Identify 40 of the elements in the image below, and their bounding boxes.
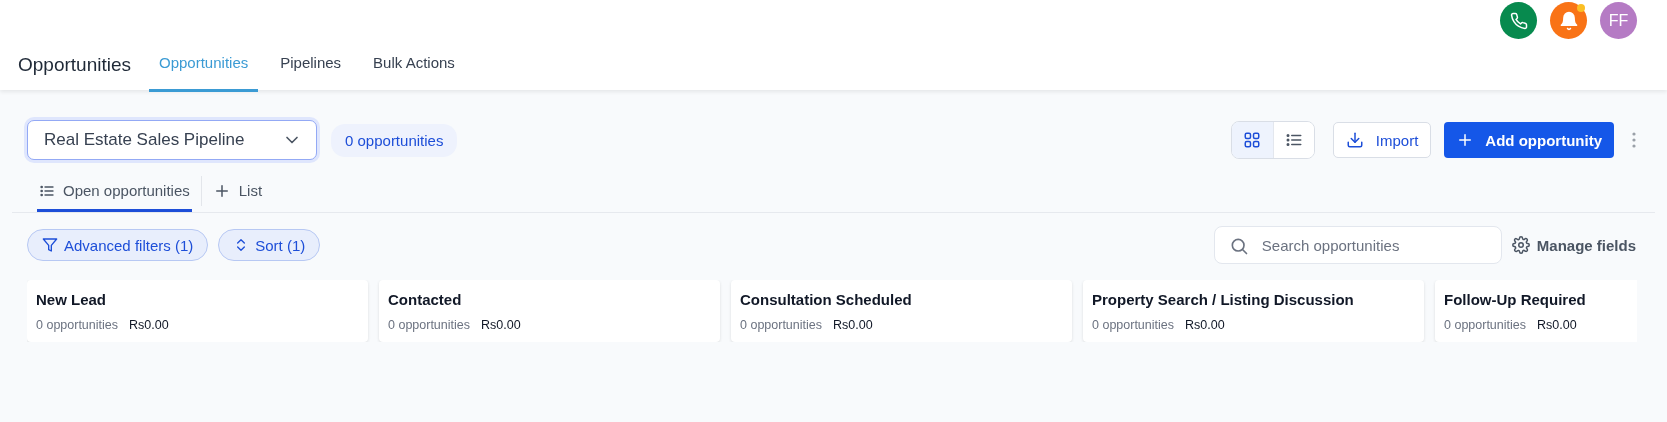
add-list-tab[interactable]: List: [210, 172, 265, 212]
download-icon: [1345, 131, 1364, 149]
stage-count: 0 opportunities: [1092, 318, 1174, 332]
stage-name: Property Search / Listing Discussion: [1092, 291, 1355, 308]
filter-icon: [42, 237, 58, 253]
filter-button[interactable]: Advanced filters (1): [27, 229, 209, 261]
notifications-button[interactable]: [1550, 2, 1587, 39]
stage-count: 0 opportunities: [740, 318, 822, 332]
stage-name: Consultation Scheduled: [740, 291, 913, 308]
stage-name: Contacted: [388, 291, 463, 308]
search-field[interactable]: Search opportunities: [1213, 226, 1502, 264]
bell-icon: [1558, 10, 1579, 31]
stage-amount: Rs0.00: [129, 318, 169, 332]
pipeline-dropdown[interactable]: Real Estate Sales Pipeline: [27, 120, 317, 160]
open-opportunities-tab[interactable]: Open opportunities: [37, 172, 192, 212]
manage-fields-button[interactable]: Manage fields: [1511, 236, 1640, 254]
page-title: Opportunities: [18, 54, 131, 77]
list-icon: [1284, 131, 1303, 149]
board-view-button[interactable]: [1231, 122, 1273, 158]
nav-tab[interactable]: Bulk Actions: [363, 44, 465, 92]
stage-amount: Rs0.00: [833, 318, 873, 332]
settings-icon: [1511, 236, 1530, 254]
stage-count: 0 opportunities: [1444, 318, 1526, 332]
stage-name: New Lead: [36, 291, 108, 308]
opportunity-count: 0 opportunities: [331, 123, 458, 157]
stage-amount: Rs0.00: [1185, 318, 1225, 332]
phone-button[interactable]: [1500, 2, 1537, 39]
import-button[interactable]: Import: [1332, 122, 1432, 158]
grid-icon: [1243, 131, 1262, 149]
sort-button[interactable]: Sort (1): [218, 229, 321, 261]
stage-count: 0 opportunities: [388, 318, 470, 332]
kebab-icon: [1632, 132, 1636, 148]
stage-name: Follow-Up Required: [1444, 291, 1587, 308]
stage-amount: Rs0.00: [481, 318, 521, 332]
list-view-button[interactable]: [1272, 122, 1314, 158]
stage-amount: Rs0.00: [1537, 318, 1577, 332]
add-opportunity-button[interactable]: Add opportunity: [1444, 122, 1614, 158]
nav-tab[interactable]: Pipelines: [270, 44, 352, 92]
phone-icon: [1509, 11, 1528, 30]
stage-count: 0 opportunities: [36, 318, 118, 332]
